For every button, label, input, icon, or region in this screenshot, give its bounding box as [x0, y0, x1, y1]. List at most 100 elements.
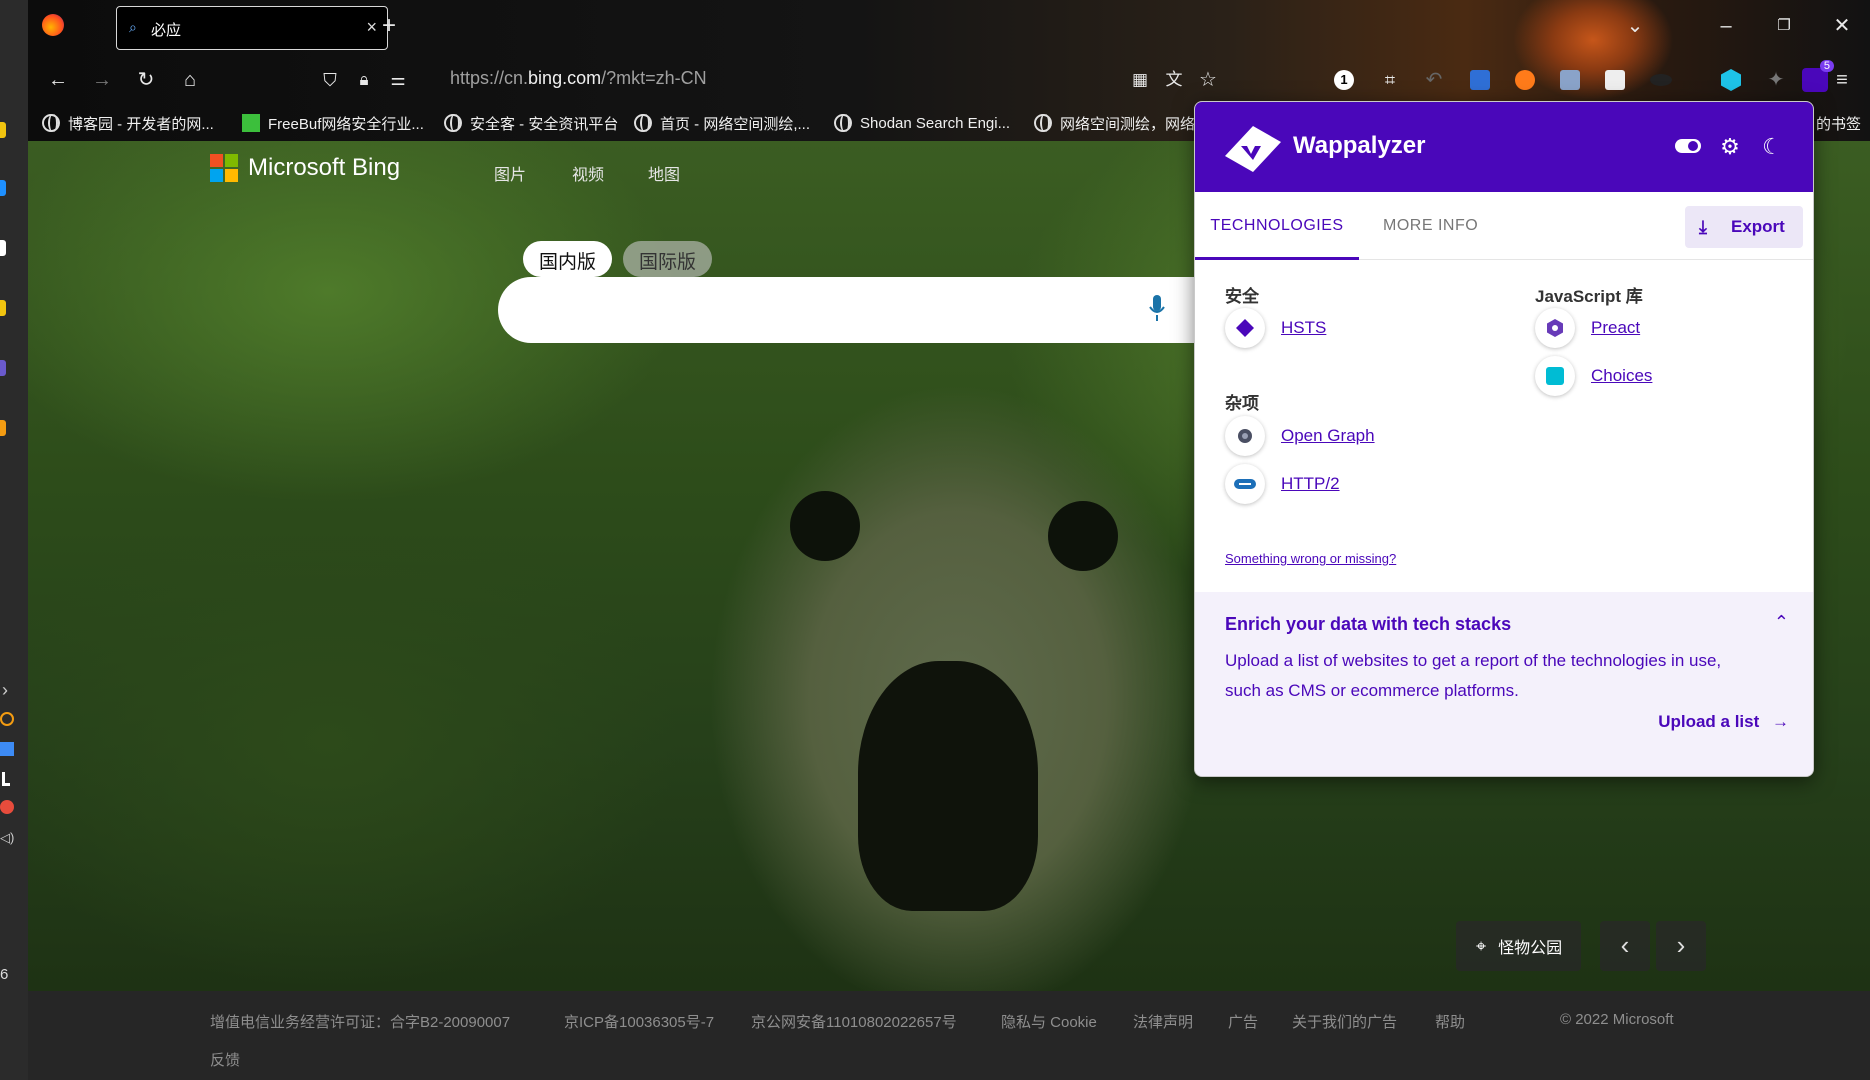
- footer-link[interactable]: 增值电信业务经营许可证：合字B2-20090007: [210, 1011, 510, 1032]
- taskbar-app-icon[interactable]: [0, 360, 6, 376]
- footer-link[interactable]: 京公网安备11010802022657号: [751, 1011, 957, 1032]
- copyright-text: © 2022 Microsoft: [1560, 1011, 1674, 1028]
- footer-link[interactable]: 广告: [1228, 1011, 1258, 1032]
- hsts-icon: [1225, 308, 1265, 348]
- menu-icon[interactable]: ≡: [1828, 66, 1856, 94]
- wappalyzer-extension-icon[interactable]: 5: [1802, 60, 1834, 92]
- nav-maps[interactable]: 地图: [648, 161, 680, 185]
- upload-list-link[interactable]: Upload a list →: [1658, 712, 1789, 732]
- bookmark-item[interactable]: 首页 - 网络空间测绘,...: [634, 110, 810, 136]
- tech-link[interactable]: Open Graph: [1281, 426, 1375, 446]
- firefox-logo-icon[interactable]: [42, 14, 64, 36]
- other-bookmarks[interactable]: 的书签: [1816, 110, 1861, 136]
- tech-link[interactable]: Preact: [1591, 318, 1640, 338]
- tech-link[interactable]: HSTS: [1281, 318, 1326, 338]
- search-input[interactable]: [498, 277, 1198, 343]
- taskbar-app-icon[interactable]: [0, 240, 6, 256]
- choices-icon: [1535, 356, 1575, 396]
- restore-icon[interactable]: ❐: [1770, 12, 1798, 40]
- forward-icon[interactable]: →: [88, 66, 116, 94]
- volume-icon[interactable]: ◁): [0, 830, 14, 846]
- toggle-icon[interactable]: [1675, 134, 1701, 160]
- dark-mode-moon-icon[interactable]: ☾: [1759, 134, 1785, 160]
- url-suffix: /?mkt=zh-CN: [601, 68, 707, 88]
- tracking-shield-icon[interactable]: ⛉: [316, 66, 344, 94]
- bookmark-star-icon[interactable]: ☆: [1194, 66, 1222, 94]
- footer-link[interactable]: 关于我们的广告: [1292, 1011, 1397, 1032]
- crop-icon[interactable]: ⌗: [1376, 66, 1404, 94]
- lock-icon[interactable]: 🔒︎: [350, 66, 378, 94]
- qq-icon[interactable]: [0, 800, 14, 814]
- tech-link[interactable]: HTTP/2: [1281, 474, 1340, 494]
- reload-icon[interactable]: ↻: [132, 66, 160, 94]
- qr-code-icon[interactable]: ▦: [1126, 66, 1154, 94]
- tray-app-icon[interactable]: [0, 742, 14, 756]
- bing-footer: 增值电信业务经营许可证：合字B2-20090007 京ICP备10036305号…: [28, 991, 1870, 1080]
- left-taskbar-strip: › ◁) 6: [0, 0, 28, 1080]
- open-graph-icon: [1225, 416, 1265, 456]
- back-icon[interactable]: ←: [44, 66, 72, 94]
- something-wrong-link[interactable]: Something wrong or missing?: [1225, 551, 1396, 566]
- location-pin-icon: ⌖: [1476, 935, 1487, 956]
- settings-gear-icon[interactable]: ⚙: [1717, 134, 1743, 160]
- bookmark-item[interactable]: 安全客 - 安全资讯平台: [444, 110, 618, 136]
- extension-badge-icon[interactable]: 1: [1334, 70, 1354, 90]
- location-button[interactable]: ⌖ 怪物公园: [1456, 921, 1581, 971]
- bookmark-item[interactable]: 博客园 - 开发者的网...: [42, 110, 214, 136]
- tech-choices[interactable]: Choices: [1535, 356, 1652, 396]
- tab-domestic[interactable]: 国内版: [523, 241, 613, 277]
- extension-icon[interactable]: [1605, 70, 1625, 90]
- close-window-icon[interactable]: ✕: [1828, 12, 1856, 40]
- translate-icon[interactable]: 文: [1160, 66, 1188, 94]
- footer-link[interactable]: 京ICP备10036305号-7: [564, 1011, 714, 1032]
- foxyproxy-icon[interactable]: [1515, 70, 1535, 90]
- tech-http2[interactable]: HTTP/2: [1225, 464, 1340, 504]
- tech-open-graph[interactable]: Open Graph: [1225, 416, 1375, 456]
- extension-icon[interactable]: [1560, 70, 1580, 90]
- export-button[interactable]: ⤓ Export: [1685, 206, 1803, 248]
- taskbar-app-icon[interactable]: [0, 122, 6, 138]
- nav-images[interactable]: 图片: [494, 161, 526, 185]
- wappalyzer-popup: Wappalyzer ⚙ ☾ TECHNOLOGIES MORE INFO ⤓ …: [1194, 101, 1814, 777]
- nav-videos[interactable]: 视频: [572, 161, 604, 185]
- tab-more-info[interactable]: MORE INFO: [1383, 192, 1478, 260]
- new-tab-icon[interactable]: +: [375, 12, 403, 40]
- taskbar-app-icon[interactable]: [0, 420, 6, 436]
- footer-link[interactable]: 隐私与 Cookie: [1001, 1011, 1097, 1032]
- extensions-puzzle-icon[interactable]: ✦: [1762, 66, 1790, 94]
- chevron-right-icon[interactable]: ›: [2, 680, 8, 701]
- bing-logo[interactable]: Microsoft Bing: [210, 154, 400, 182]
- taskbar-app-icon[interactable]: [0, 300, 6, 316]
- tech-link[interactable]: Choices: [1591, 366, 1652, 386]
- footer-link[interactable]: 反馈: [210, 1049, 240, 1070]
- freebuf-icon: [242, 114, 260, 132]
- chevron-down-icon[interactable]: ⌄: [1621, 12, 1649, 40]
- taskbar-app-icon[interactable]: [0, 180, 6, 196]
- undo-icon[interactable]: ↶: [1420, 66, 1448, 94]
- tab-technologies[interactable]: TECHNOLOGIES: [1195, 192, 1359, 260]
- tab-international[interactable]: 国际版: [623, 241, 713, 277]
- previous-image-button[interactable]: ‹: [1600, 921, 1650, 971]
- background-monster-mouth: [858, 661, 1038, 911]
- footer-link[interactable]: 帮助: [1435, 1011, 1465, 1032]
- chevron-up-icon[interactable]: ⌃: [1774, 612, 1789, 633]
- translate-extension-icon[interactable]: [1470, 70, 1490, 90]
- tab-bing[interactable]: ⌕ 必应 ×: [116, 6, 388, 50]
- footer-link[interactable]: 法律声明: [1133, 1011, 1193, 1032]
- preact-icon: [1535, 308, 1575, 348]
- home-icon[interactable]: ⌂: [176, 66, 204, 94]
- bookmark-item[interactable]: 网络空间测绘，网络: [1034, 110, 1195, 136]
- hat-extension-icon[interactable]: [1650, 74, 1672, 86]
- tech-preact[interactable]: Preact: [1535, 308, 1640, 348]
- next-image-button[interactable]: ›: [1656, 921, 1706, 971]
- search-icon[interactable]: [0, 712, 14, 726]
- microphone-icon[interactable]: [1148, 295, 1166, 323]
- bookmark-item[interactable]: FreeBuf网络安全行业...: [242, 110, 424, 136]
- url-bar[interactable]: https://cn.bing.com/?mkt=zh-CN: [450, 68, 707, 89]
- tray-app-icon[interactable]: [2, 772, 10, 786]
- extension-hexagon-icon[interactable]: [1721, 69, 1741, 91]
- tech-hsts[interactable]: HSTS: [1225, 308, 1326, 348]
- permissions-icon[interactable]: ⚌: [384, 66, 412, 94]
- bookmark-item[interactable]: Shodan Search Engi...: [834, 110, 1010, 136]
- minimize-icon[interactable]: –: [1712, 12, 1740, 40]
